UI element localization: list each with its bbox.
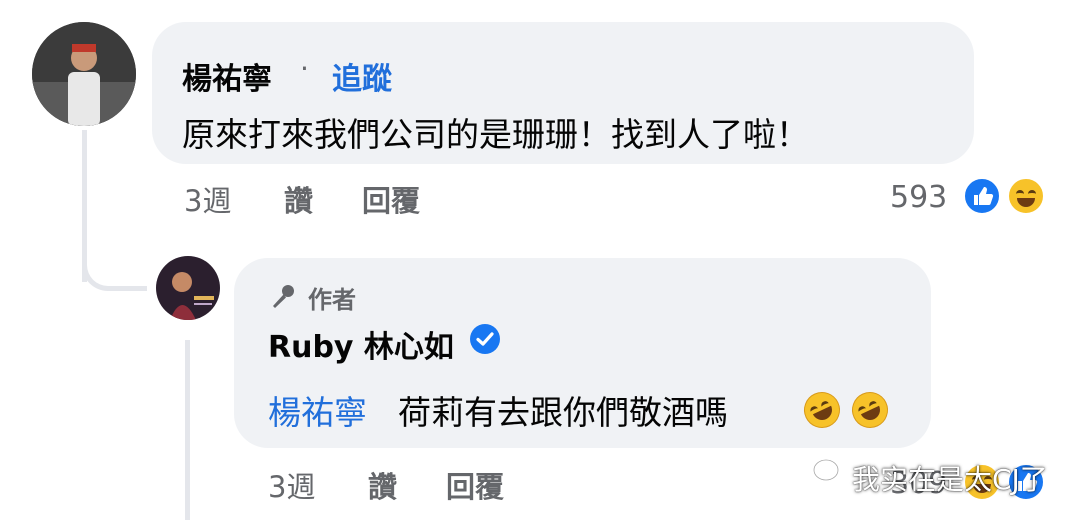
- comment-like-button[interactable]: 讚: [284, 178, 313, 220]
- reply-like-button[interactable]: 讚: [368, 464, 397, 506]
- reply-thread-line: [185, 340, 190, 520]
- reply-author-name[interactable]: Ruby 林心如: [268, 322, 454, 366]
- comment-text: 原來打來我們公司的是珊珊！找到人了啦！: [182, 115, 809, 154]
- follow-button[interactable]: 追蹤: [332, 54, 392, 98]
- thread-line-curve: [82, 250, 147, 291]
- watermark-text: 我实在是太CJ了: [852, 463, 1048, 496]
- haha-icon: [1006, 176, 1046, 216]
- comment-author-name[interactable]: 楊祐寧: [182, 54, 272, 98]
- like-icon: [962, 176, 1002, 216]
- mention-link[interactable]: 楊祐寧: [268, 386, 367, 434]
- reply-timestamp[interactable]: 3週: [268, 464, 315, 506]
- person-photo-icon: [32, 22, 136, 126]
- reply-bubble: 作者 Ruby 林心如 楊祐寧 荷莉有去跟你們敬酒嗎: [234, 258, 931, 448]
- comment-reply-button[interactable]: 回覆: [362, 178, 420, 220]
- author-avatar[interactable]: [156, 256, 220, 320]
- comment-bubble: 楊祐寧 · 追蹤 原來打來我們公司的是珊珊！找到人了啦！: [152, 22, 974, 164]
- comment-reaction-count[interactable]: 593: [890, 180, 947, 215]
- reply-text: 荷莉有去跟你們敬酒嗎: [398, 393, 728, 432]
- separator-dot: ·: [300, 52, 309, 85]
- wechat-icon: [812, 458, 848, 487]
- microphone-icon: [273, 285, 294, 308]
- author-badge-label: 作者: [308, 286, 356, 314]
- comment-timestamp[interactable]: 3週: [184, 178, 231, 220]
- rolling-on-floor-laughing-emoji: [798, 386, 846, 434]
- reply-reply-button[interactable]: 回覆: [446, 464, 504, 506]
- commenter-avatar[interactable]: [32, 22, 136, 126]
- rolling-on-floor-laughing-emoji: [846, 386, 894, 434]
- verified-check-icon: [470, 324, 500, 354]
- profile-photo-icon: [156, 256, 220, 320]
